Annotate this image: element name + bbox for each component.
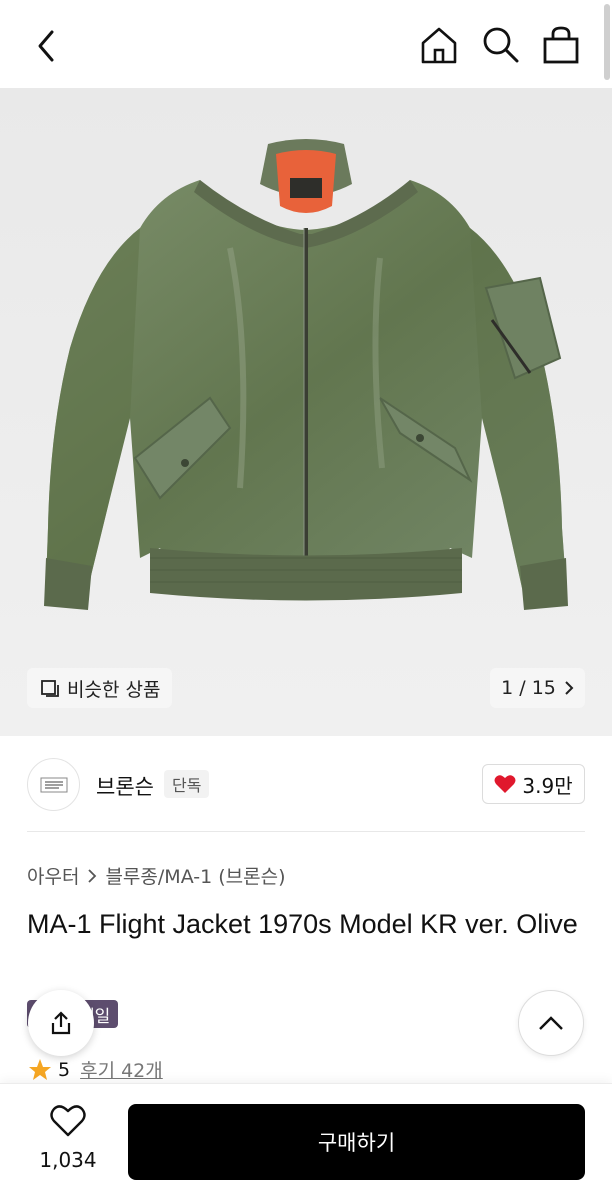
product-title: MA-1 Flight Jacket 1970s Model KR ver. O… <box>27 909 578 939</box>
divider <box>27 831 585 832</box>
product-image-gallery[interactable]: 비슷한 상품 1 / 15 <box>0 88 612 736</box>
share-icon <box>51 1011 71 1035</box>
exclusive-badge: 단독 <box>164 770 210 798</box>
bottom-action-bar: 1,034 구매하기 <box>0 1084 612 1200</box>
similar-icon <box>41 680 59 697</box>
wishlist-count: 1,034 <box>39 1148 97 1172</box>
home-icon[interactable] <box>418 24 460 66</box>
top-bar <box>0 0 612 88</box>
brand-logo[interactable] <box>27 758 80 811</box>
breadcrumb-item-outer[interactable]: 아우터 <box>27 862 79 889</box>
image-pager[interactable]: 1 / 15 <box>490 668 585 708</box>
scrollbar[interactable] <box>604 4 610 80</box>
breadcrumb-item-category[interactable]: 블루종/MA-1 (브론슨) <box>105 862 285 889</box>
rating-value: 5 <box>58 1058 71 1081</box>
brand-row: 브론슨 단독 3.9만 <box>0 736 612 832</box>
brand-name[interactable]: 브론슨 <box>96 771 154 801</box>
review-count-link[interactable]: 후기 42개 <box>80 1056 163 1083</box>
pager-label: 1 / 15 <box>501 677 556 699</box>
similar-products-label: 비슷한 상품 <box>67 678 161 701</box>
buy-button[interactable]: 구매하기 <box>128 1104 585 1180</box>
star-icon <box>29 1058 51 1080</box>
heart-filled-icon <box>494 775 516 793</box>
chevron-right-icon <box>565 681 574 695</box>
breadcrumb: 아우터 블루종/MA-1 (브론슨) <box>27 862 286 889</box>
chevron-right-icon <box>88 868 97 883</box>
wishlist-button[interactable]: 1,034 <box>30 1104 106 1172</box>
search-icon[interactable] <box>480 24 520 66</box>
rating-row: 5 후기 42개 <box>28 1056 163 1083</box>
share-button[interactable] <box>28 990 94 1056</box>
brand-like-button[interactable]: 3.9만 <box>482 764 585 804</box>
back-icon[interactable] <box>28 26 68 66</box>
product-image <box>0 88 612 736</box>
scroll-to-top-button[interactable] <box>518 990 584 1056</box>
brand-logo-icon <box>40 777 67 792</box>
brand-like-count: 3.9만 <box>522 773 573 798</box>
similar-products-button[interactable]: 비슷한 상품 <box>27 668 173 708</box>
bag-icon[interactable] <box>540 24 582 66</box>
heart-outline-icon <box>50 1105 86 1137</box>
chevron-up-icon <box>539 1016 563 1030</box>
